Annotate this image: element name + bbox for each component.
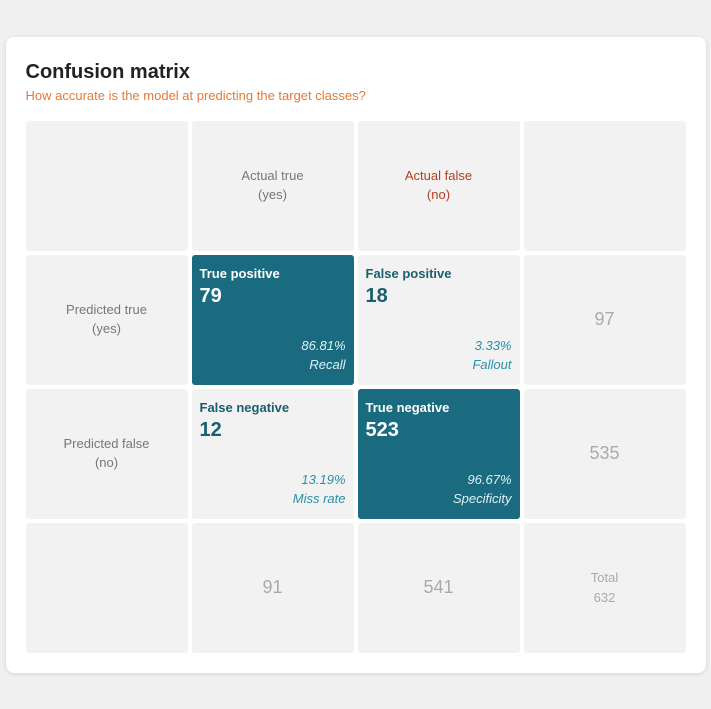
- false-positive-label: False positive: [366, 265, 452, 283]
- cell-blank-bottomleft: [26, 523, 188, 653]
- cell-false-positive: False positive 18 3.33% Fallout: [358, 255, 520, 385]
- false-negative-count: 12: [200, 419, 222, 442]
- cell-row1-total: 97: [524, 255, 686, 385]
- page-subtitle: How accurate is the model at predicting …: [26, 88, 686, 103]
- true-negative-count: 523: [366, 419, 399, 442]
- false-positive-count: 18: [366, 285, 388, 308]
- cell-grand-total: Total 632: [524, 523, 686, 653]
- matrix-grid: Actual true(yes) Actual false(no) Predic…: [26, 121, 686, 653]
- actual-true-label: Actual true(yes): [241, 167, 303, 203]
- page-title: Confusion matrix: [26, 61, 686, 84]
- cell-false-negative: False negative 12 13.19% Miss rate: [192, 389, 354, 519]
- col2-total-value: 541: [423, 577, 453, 598]
- cell-row2-total: 535: [524, 389, 686, 519]
- row2-total-value: 535: [589, 443, 619, 464]
- cell-col2-total: 541: [358, 523, 520, 653]
- cell-actual-true: Actual true(yes): [192, 121, 354, 251]
- false-positive-stat: 3.33% Fallout: [472, 336, 511, 375]
- row1-total-value: 97: [594, 309, 614, 330]
- cell-actual-false: Actual false(no): [358, 121, 520, 251]
- true-positive-stat: 86.81% Recall: [301, 336, 345, 375]
- true-negative-label: True negative: [366, 399, 450, 417]
- cell-true-positive: True positive 79 86.81% Recall: [192, 255, 354, 385]
- true-negative-stat: 96.67% Specificity: [453, 470, 512, 509]
- actual-false-label: Actual false(no): [405, 167, 472, 203]
- cell-true-negative: True negative 523 96.67% Specificity: [358, 389, 520, 519]
- cell-blank-topright: [524, 121, 686, 251]
- cell-predicted-true: Predicted true(yes): [26, 255, 188, 385]
- false-negative-stat: 13.19% Miss rate: [293, 470, 346, 509]
- predicted-true-label: Predicted true(yes): [66, 301, 147, 337]
- cell-blank-topleft: [26, 121, 188, 251]
- grand-total-label: Total 632: [591, 568, 618, 607]
- confusion-matrix-card: Confusion matrix How accurate is the mod…: [6, 37, 706, 673]
- cell-predicted-false: Predicted false(no): [26, 389, 188, 519]
- true-positive-label: True positive: [200, 265, 280, 283]
- col1-total-value: 91: [262, 577, 282, 598]
- true-positive-count: 79: [200, 285, 222, 308]
- cell-col1-total: 91: [192, 523, 354, 653]
- predicted-false-label: Predicted false(no): [64, 435, 150, 471]
- false-negative-label: False negative: [200, 399, 290, 417]
